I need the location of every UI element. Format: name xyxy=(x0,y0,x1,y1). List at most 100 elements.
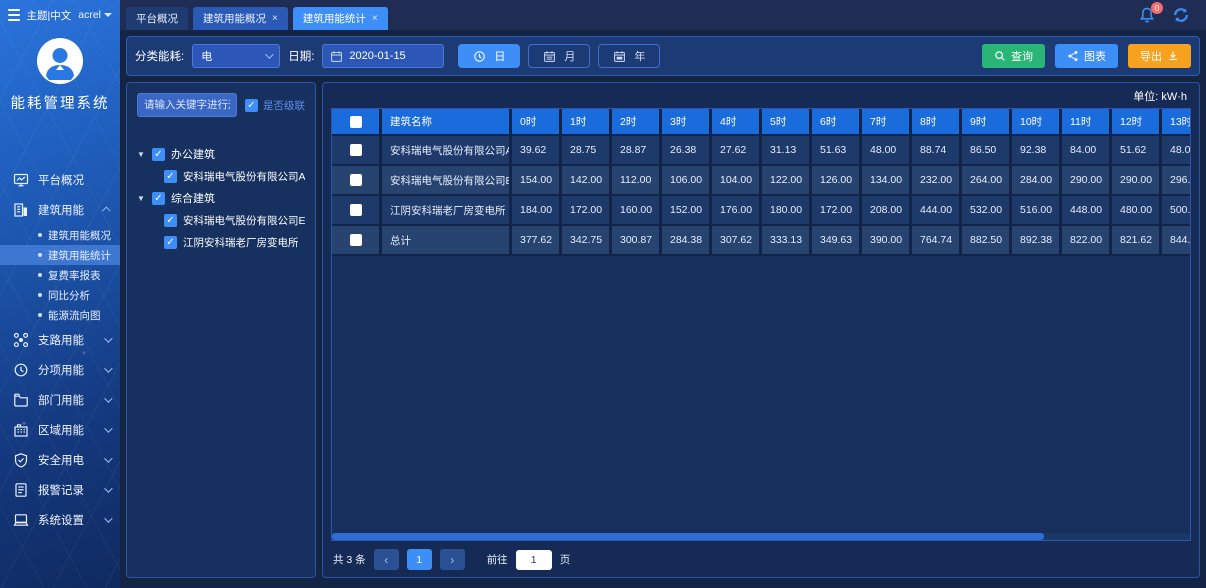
tree-leaf-江阴安科瑞老厂房变电所[interactable]: ✓ 江阴安科瑞老厂房变电所 xyxy=(137,231,305,253)
tree-expand-icon[interactable]: ▼ xyxy=(137,150,146,159)
granularity-年-button[interactable]: 年 xyxy=(598,44,660,68)
sidebar-subitem-能源流向图[interactable]: 能源流向图 xyxy=(0,305,120,325)
tree-expand-icon[interactable]: ▼ xyxy=(137,194,146,203)
value-cell: 307.62 xyxy=(712,226,762,256)
caret-down-icon xyxy=(104,13,112,17)
row-checkbox[interactable] xyxy=(350,144,362,156)
column-header-1时: 1时 xyxy=(562,109,612,136)
page-number-button[interactable]: 1 xyxy=(407,549,432,570)
value-cell: 342.75 xyxy=(562,226,612,256)
value-cell: 51.62 xyxy=(1112,136,1162,166)
goto-page-input[interactable] xyxy=(516,550,552,570)
cascade-label: 是否级联 xyxy=(263,98,305,113)
row-checkbox[interactable] xyxy=(350,204,362,216)
sidebar-item-部门用能[interactable]: 部门用能 xyxy=(0,385,120,415)
sidebar-item-报警记录[interactable]: 报警记录 xyxy=(0,475,120,505)
sidebar-menu: 平台概况建筑用能建筑用能概况建筑用能统计复费率报表同比分析能源流向图支路用能分项… xyxy=(0,165,120,535)
sidebar-item-系统设置[interactable]: 系统设置 xyxy=(0,505,120,535)
locale-switch[interactable]: 主题|中文 xyxy=(27,8,72,23)
next-page-button[interactable]: › xyxy=(440,549,465,570)
tab-3[interactable]: 建筑用能统计× xyxy=(293,7,388,30)
hamburger-menu-icon[interactable] xyxy=(8,9,20,21)
sidebar-subitem-同比分析[interactable]: 同比分析 xyxy=(0,285,120,305)
sidebar-item-区域用能[interactable]: 区域用能 xyxy=(0,415,120,445)
tree-node-办公建筑[interactable]: ▼✓办公建筑 xyxy=(137,143,305,165)
page-suffix-label: 页 xyxy=(560,552,571,567)
building-name-cell: 总计 xyxy=(382,226,512,256)
tree-leaf-安科瑞电气股份有限公司A楼[interactable]: ✓安科瑞电气股份有限公司A楼 xyxy=(137,165,305,187)
sidebar-subitem-建筑用能统计[interactable]: 建筑用能统计 xyxy=(0,245,120,265)
column-header-2时: 2时 xyxy=(612,109,662,136)
sidebar-subitem-复费率报表[interactable]: 复费率报表 xyxy=(0,265,120,285)
tree-leaf-label: 安科瑞电气股份有限公司E楼 xyxy=(183,213,305,228)
chart-button[interactable]: 图表 xyxy=(1055,44,1118,68)
row-checkbox[interactable] xyxy=(350,234,362,246)
refresh-button[interactable] xyxy=(1172,6,1190,24)
value-cell: 300.87 xyxy=(612,226,662,256)
row-checkbox[interactable] xyxy=(350,174,362,186)
tab-close-icon[interactable]: × xyxy=(272,14,278,24)
avatar[interactable] xyxy=(37,38,83,84)
value-cell: 764.74 xyxy=(912,226,962,256)
value-cell: 377.62 xyxy=(512,226,562,256)
table-row: 总计377.62342.75300.87284.38307.62333.1334… xyxy=(332,226,1191,256)
tree-node-checkbox[interactable]: ✓ xyxy=(152,148,165,161)
column-header-4时: 4时 xyxy=(712,109,762,136)
cascade-checkbox[interactable]: ✓ xyxy=(245,99,258,112)
tab-1[interactable]: 平台概况 xyxy=(126,7,188,30)
energy-type-select[interactable]: 电 xyxy=(192,44,280,68)
value-cell: 296.00 xyxy=(1162,166,1191,196)
tree-node-label: 综合建筑 xyxy=(171,190,215,206)
tab-2[interactable]: 建筑用能概况× xyxy=(193,7,288,30)
download-icon xyxy=(1167,50,1179,62)
value-cell: 26.38 xyxy=(662,136,712,166)
sidebar-item-安全用电[interactable]: 安全用电 xyxy=(0,445,120,475)
building-tree: ▼✓办公建筑✓安科瑞电气股份有限公司A楼▼✓综合建筑✓安科瑞电气股份有限公司E楼… xyxy=(137,143,305,253)
value-cell: 86.50 xyxy=(962,136,1012,166)
tree-leaf-checkbox[interactable]: ✓ xyxy=(164,170,177,183)
notifications-button[interactable]: 0 xyxy=(1138,6,1156,24)
sidebar-item-支路用能[interactable]: 支路用能 xyxy=(0,325,120,355)
menu-label: 支路用能 xyxy=(38,332,95,348)
prev-page-button[interactable]: ‹ xyxy=(374,549,399,570)
tree-search-input[interactable] xyxy=(137,93,237,117)
value-cell: 172.00 xyxy=(562,196,612,226)
sidebar-item-平台概况[interactable]: 平台概况 xyxy=(0,165,120,195)
export-button[interactable]: 导出 xyxy=(1128,44,1191,68)
granularity-日-button[interactable]: 日 xyxy=(458,44,520,68)
row-checkbox-cell xyxy=(332,166,382,196)
tree-leaf-checkbox[interactable]: ✓ xyxy=(164,214,177,227)
tree-leaf-label: 江阴安科瑞老厂房变电所 xyxy=(183,235,299,250)
select-all-checkbox[interactable] xyxy=(350,116,362,128)
value-cell: 48.00 xyxy=(1162,136,1191,166)
building-name-cell: 安科瑞电气股份有限公司A楼 xyxy=(382,136,512,166)
granularity-label: 年 xyxy=(634,48,645,64)
date-picker[interactable]: 2020-01-15 xyxy=(322,44,444,68)
value-cell: 284.00 xyxy=(1012,166,1062,196)
tree-node-checkbox[interactable]: ✓ xyxy=(152,192,165,205)
user-menu[interactable]: acrel xyxy=(78,9,112,21)
value-cell: 154.00 xyxy=(512,166,562,196)
sidebar-item-分项用能[interactable]: 分项用能 xyxy=(0,355,120,385)
tab-label: 平台概况 xyxy=(136,11,178,26)
sidebar-subitem-建筑用能概况[interactable]: 建筑用能概况 xyxy=(0,225,120,245)
column-header-10时: 10时 xyxy=(1012,109,1062,136)
value-cell: 180.00 xyxy=(762,196,812,226)
cascade-toggle[interactable]: ✓ 是否级联 xyxy=(245,98,305,113)
tree-leaf-checkbox[interactable]: ✓ xyxy=(164,236,177,249)
value-cell: 821.62 xyxy=(1112,226,1162,256)
value-cell: 51.63 xyxy=(812,136,862,166)
column-header-7时: 7时 xyxy=(862,109,912,136)
sidebar-item-建筑用能[interactable]: 建筑用能 xyxy=(0,195,120,225)
query-button[interactable]: 查询 xyxy=(982,44,1045,68)
granularity-月-button[interactable]: 月 xyxy=(528,44,590,68)
tab-close-icon[interactable]: × xyxy=(372,14,378,24)
column-header-6时: 6时 xyxy=(812,109,862,136)
value-cell: 48.00 xyxy=(862,136,912,166)
value-cell: 122.00 xyxy=(762,166,812,196)
menu-label: 报警记录 xyxy=(38,482,95,498)
tree-leaf-安科瑞电气股份有限公司E楼[interactable]: ✓ 安科瑞电气股份有限公司E楼 xyxy=(137,209,305,231)
tree-node-综合建筑[interactable]: ▼ ✓ 综合建筑 xyxy=(137,187,305,209)
value-cell: 134.00 xyxy=(862,166,912,196)
scrollbar-thumb[interactable] xyxy=(332,533,1044,540)
